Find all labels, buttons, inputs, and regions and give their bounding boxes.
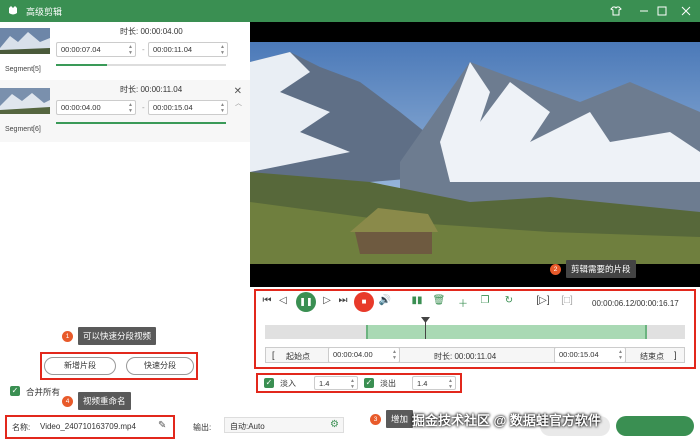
range-separator: - (142, 103, 145, 112)
fade-out-field[interactable]: 1.4 ▲ ▼ (412, 376, 456, 390)
edit-name-icon[interactable]: ✎ (158, 420, 166, 431)
go-to-start-icon[interactable]: ⏮ (260, 295, 274, 306)
trim-range[interactable] (365, 325, 648, 339)
segment-start-field[interactable]: 00:00:04.00 ▲ ▼ (56, 100, 136, 115)
watermark: 掘金技术社区 @ 数据蛙官方软件 (412, 413, 601, 428)
callout-number: 1 (62, 331, 73, 342)
confirm-button[interactable] (616, 416, 694, 436)
play-range-icon[interactable]: [▷] (536, 295, 550, 306)
fade-in-checkbox[interactable]: ✓ (264, 378, 274, 388)
callout-number: 3 (370, 414, 381, 425)
fade-in-label: 淡入 (280, 379, 296, 388)
segment-panel: Segment[5] 时长: 00:00:04.00 00:00:07.04 ▲ ▼… (0, 22, 250, 446)
segment-end-field[interactable]: 00:00:11.04 ▲ ▼ (148, 42, 228, 57)
segment-thumbnail (0, 28, 50, 54)
segment-end-field[interactable]: 00:00:15.04 ▲ ▼ (148, 100, 228, 115)
segment-item[interactable]: Segment[6] 时长: 00:00:11.04 00:00:04.00 ▲ ▼… (0, 80, 250, 142)
delete-icon[interactable]: 🗑 (432, 295, 446, 306)
callout-rename: 视频重命名 (78, 392, 131, 410)
title-bar: 高级剪辑 (0, 0, 700, 22)
start-point-button[interactable]: 起始点 (286, 351, 310, 362)
segment-item[interactable]: Segment[5] 时长: 00:00:04.00 00:00:07.04 ▲ ▼… (0, 22, 250, 80)
delete-segment-icon[interactable]: ✕ (234, 86, 242, 97)
add-segment-button[interactable]: 新增片段 (44, 357, 116, 375)
segment-start-field[interactable]: 00:00:07.04 ▲ ▼ (56, 42, 136, 57)
add-icon[interactable]: ＋ (456, 295, 470, 310)
close-icon[interactable] (674, 0, 698, 22)
volume-icon[interactable]: 🔊 (378, 295, 392, 306)
fade-out-checkbox[interactable]: ✓ (364, 378, 374, 388)
segment-duration: 时长: 00:00:11.04 (120, 85, 183, 94)
segment-label: Segment[5] (5, 66, 41, 73)
app-logo-icon (6, 4, 20, 18)
name-label: 名称: (12, 423, 31, 432)
split-icon[interactable]: ▮▮ (410, 295, 424, 306)
go-to-end-icon[interactable]: ⏭ (336, 295, 350, 306)
end-point-button[interactable]: 结束点 (640, 351, 664, 362)
callout-clip: 剪辑需要的片段 (566, 260, 636, 278)
segment-thumbnail (0, 88, 50, 114)
trim-start-field[interactable]: 00:00:04.00 ▲ ▼ (328, 347, 400, 363)
segment-label: Segment[6] (5, 126, 41, 133)
trim-end-field[interactable]: 00:00:15.04 ▲ ▼ (554, 347, 626, 363)
start-bracket-icon[interactable]: [ (272, 350, 275, 360)
callout-number: 4 (62, 396, 73, 407)
collapse-icon[interactable]: ︿ (235, 98, 242, 108)
output-select[interactable]: 自动:Auto ⚙ (224, 417, 344, 433)
copy-icon[interactable]: ❐ (478, 295, 492, 306)
output-label: 输出: (193, 423, 212, 432)
fade-out-label: 淡出 (380, 379, 396, 388)
video-preview[interactable] (250, 22, 700, 287)
maximize-icon[interactable] (650, 0, 674, 22)
snapshot-icon[interactable]: [□] (560, 295, 574, 306)
playhead[interactable] (420, 317, 430, 339)
timeline-track[interactable] (265, 317, 685, 339)
segment-progress (56, 122, 226, 124)
end-bracket-icon[interactable]: ] (674, 350, 677, 360)
playback-time: 00:00:06.12/00:00:16.17 (592, 299, 679, 308)
callout-number: 2 (550, 264, 561, 275)
trim-fields-row: [ 起始点 00:00:04.00 ▲ ▼ 时长: 00:00:11.04 00:0… (265, 347, 685, 363)
callout-add: 增加 (386, 410, 414, 428)
fade-in-field[interactable]: 1.4 ▲ ▼ (314, 376, 358, 390)
segment-progress (56, 64, 226, 66)
reset-icon[interactable]: ↻ (502, 295, 516, 306)
segment-duration: 时长: 00:00:04.00 (120, 27, 183, 36)
trim-duration: 时长: 00:00:11.04 (434, 352, 497, 361)
window-title: 高级剪辑 (26, 6, 63, 17)
shirt-icon[interactable] (604, 0, 628, 22)
next-frame-icon[interactable]: ▷ (320, 295, 334, 306)
range-separator: - (142, 45, 145, 54)
settings-gear-icon[interactable]: ⚙ (330, 419, 339, 430)
merge-all-checkbox[interactable]: ✓ (10, 386, 20, 396)
stop-icon[interactable]: ■ (354, 292, 374, 312)
quick-split-button[interactable]: 快速分段 (126, 357, 194, 375)
file-name-field[interactable]: Video_240710163709.mp4 (40, 422, 136, 431)
previous-frame-icon[interactable]: ◁ (276, 295, 290, 306)
pause-icon[interactable]: ❚❚ (296, 292, 316, 312)
callout-quick-split: 可以快速分段视频 (78, 327, 157, 345)
merge-all-label: 合并所有 (26, 387, 61, 397)
